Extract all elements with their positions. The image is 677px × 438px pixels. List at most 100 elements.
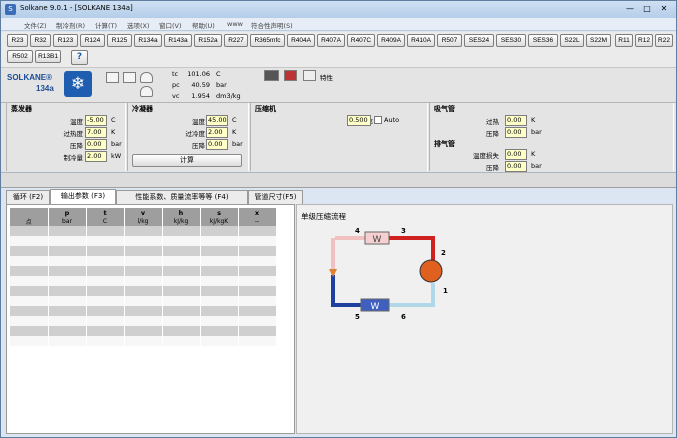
table-cell [86,336,125,346]
table-cell [48,336,87,346]
refrigerant-button-r22[interactable]: R22 [655,34,673,47]
refrigerant-button-ses24[interactable]: SES24 [464,34,494,47]
menu-item[interactable]: 帮助(U) [192,20,215,30]
suction-input[interactable]: 0.00 [505,127,527,138]
auto-checkbox[interactable] [374,116,382,124]
close-button[interactable]: ✕ [656,3,672,15]
table-cell [124,226,163,236]
help-button[interactable]: ? [71,50,88,65]
suction-label: 过热 [486,118,499,126]
condenser-unit: K [232,128,237,136]
menu-item[interactable]: 窗口(V) [159,20,182,30]
evaporator-input[interactable]: 0.00 [85,139,107,150]
tab-4[interactable]: 管道尺寸(F5) [248,190,303,204]
discharge-input[interactable]: 0.00 [505,161,527,172]
discharge-input[interactable]: 0.00 [505,149,527,160]
refrigerant-button-s22l[interactable]: S22L [560,34,584,47]
table-cell [86,276,125,286]
refrigerant-button-r409a[interactable]: R409A [377,34,405,47]
table-header-cell: x [238,208,277,217]
refrigerant-button-s22m[interactable]: S22M [586,34,611,47]
table-cell [162,226,201,236]
gauge-icon[interactable] [140,72,153,83]
condition-unit: dm3/kg [216,92,241,100]
grid-icon[interactable] [123,72,136,83]
refrigerant-button-r123[interactable]: R123 [53,34,78,47]
condenser-input[interactable]: 0.00 [206,139,228,150]
thermometer-icon[interactable] [284,70,297,81]
table-cell [162,316,201,326]
condition-symbol: tc [172,70,179,78]
refrigerant-button-ses30[interactable]: SES30 [496,34,526,47]
table-cell [10,286,49,296]
calculate-button[interactable]: 计算 [132,154,242,167]
tab-3[interactable]: 性能系数、质量流率等等 (F4) [116,190,248,204]
refrigerant-button-r227[interactable]: R227 [224,34,248,47]
refrigerant-button-r502[interactable]: R502 [7,50,33,63]
logo-name: SOLKANE® [7,73,53,82]
table-unit-cell: bar [48,217,87,226]
suction-input[interactable]: 0.00 [505,115,527,126]
refrigerant-button-r12[interactable]: R12 [635,34,653,47]
table-row [10,256,277,266]
refrigerant-button-r152a[interactable]: R152a [194,34,222,47]
cycle-diagram-panel: 单级压缩流程 W W 123456 [296,204,673,434]
table-cell [124,326,163,336]
table-cell [48,286,87,296]
minimize-button[interactable]: — [622,3,638,15]
refrigerant-button-r125[interactable]: R125 [107,34,132,47]
table-row [10,226,277,236]
table-cell [200,226,239,236]
cylinder-icon[interactable] [264,70,279,81]
table-cell [86,226,125,236]
table-cell [86,256,125,266]
evaporator-input[interactable]: 2.00 [85,151,107,162]
refrigerant-button-r134a[interactable]: R134a [134,34,162,47]
menu-item[interactable]: 选项(X) [127,20,150,30]
refrigerant-button-r410a[interactable]: R410A [407,34,435,47]
diagram-icon[interactable] [303,70,316,81]
evaporator-label: 压降 [70,142,83,150]
refrigerant-button-r13b1[interactable]: R13B1 [35,50,61,63]
table-cell [10,276,49,286]
tab-1[interactable]: 循环 (F2) [6,190,50,204]
condenser-input[interactable]: 2.00 [206,127,228,138]
refrigerant-button-r407c[interactable]: R407C [347,34,375,47]
maximize-button[interactable]: □ [639,3,655,15]
refrigerant-button-r32[interactable]: R32 [30,34,51,47]
refrigerant-button-r507[interactable]: R507 [437,34,462,47]
refrigerant-button-r404a[interactable]: R404A [287,34,315,47]
condenser-input[interactable]: 45.00 [206,115,228,126]
menu-item[interactable]: 文件(Z) [24,20,47,30]
tab-2[interactable]: 输出参数 (F3) [50,189,116,204]
gauge-alt-icon[interactable] [140,86,153,97]
table-icon[interactable] [106,72,119,83]
table-cell [10,236,49,246]
efficiency-input[interactable]: 0.500 [347,115,371,126]
evaporator-input[interactable]: 7.00 [85,127,107,138]
refrigerant-button-r124[interactable]: R124 [80,34,105,47]
refrigerant-button-ses36[interactable]: SES36 [528,34,558,47]
table-cell [124,286,163,296]
splitter-bar[interactable] [1,172,676,188]
menu-item[interactable]: 制冷剂(R) [56,20,85,30]
table-row [10,306,277,316]
refrigerant-button-r143a[interactable]: R143a [164,34,192,47]
app-icon: S [5,4,16,15]
app-window: S Solkane 9.0.1 - [SOLKANE 134a] — □ ✕ 文… [0,0,677,438]
evaporator-unit: C [111,116,116,124]
auto-label: Auto [384,116,400,124]
menu-item[interactable]: 符合性声明(S) [251,20,293,30]
table-cell [238,316,277,326]
refrigerant-button-r407a[interactable]: R407A [317,34,345,47]
refrigerant-button-r365mfc[interactable]: R365mfc [250,34,285,47]
table-header-cell [10,208,49,217]
hot-line-top-right [385,236,435,260]
refrigerant-button-r11[interactable]: R11 [615,34,633,47]
table-unit-cell: kJ/kg [162,217,201,226]
refrigerant-button-r23[interactable]: R23 [7,34,28,47]
evaporator-input[interactable]: -5.00 [85,115,107,126]
table-cell [10,296,49,306]
menu-item[interactable]: 计算(T) [95,20,117,30]
menu-item[interactable]: www [227,20,243,28]
